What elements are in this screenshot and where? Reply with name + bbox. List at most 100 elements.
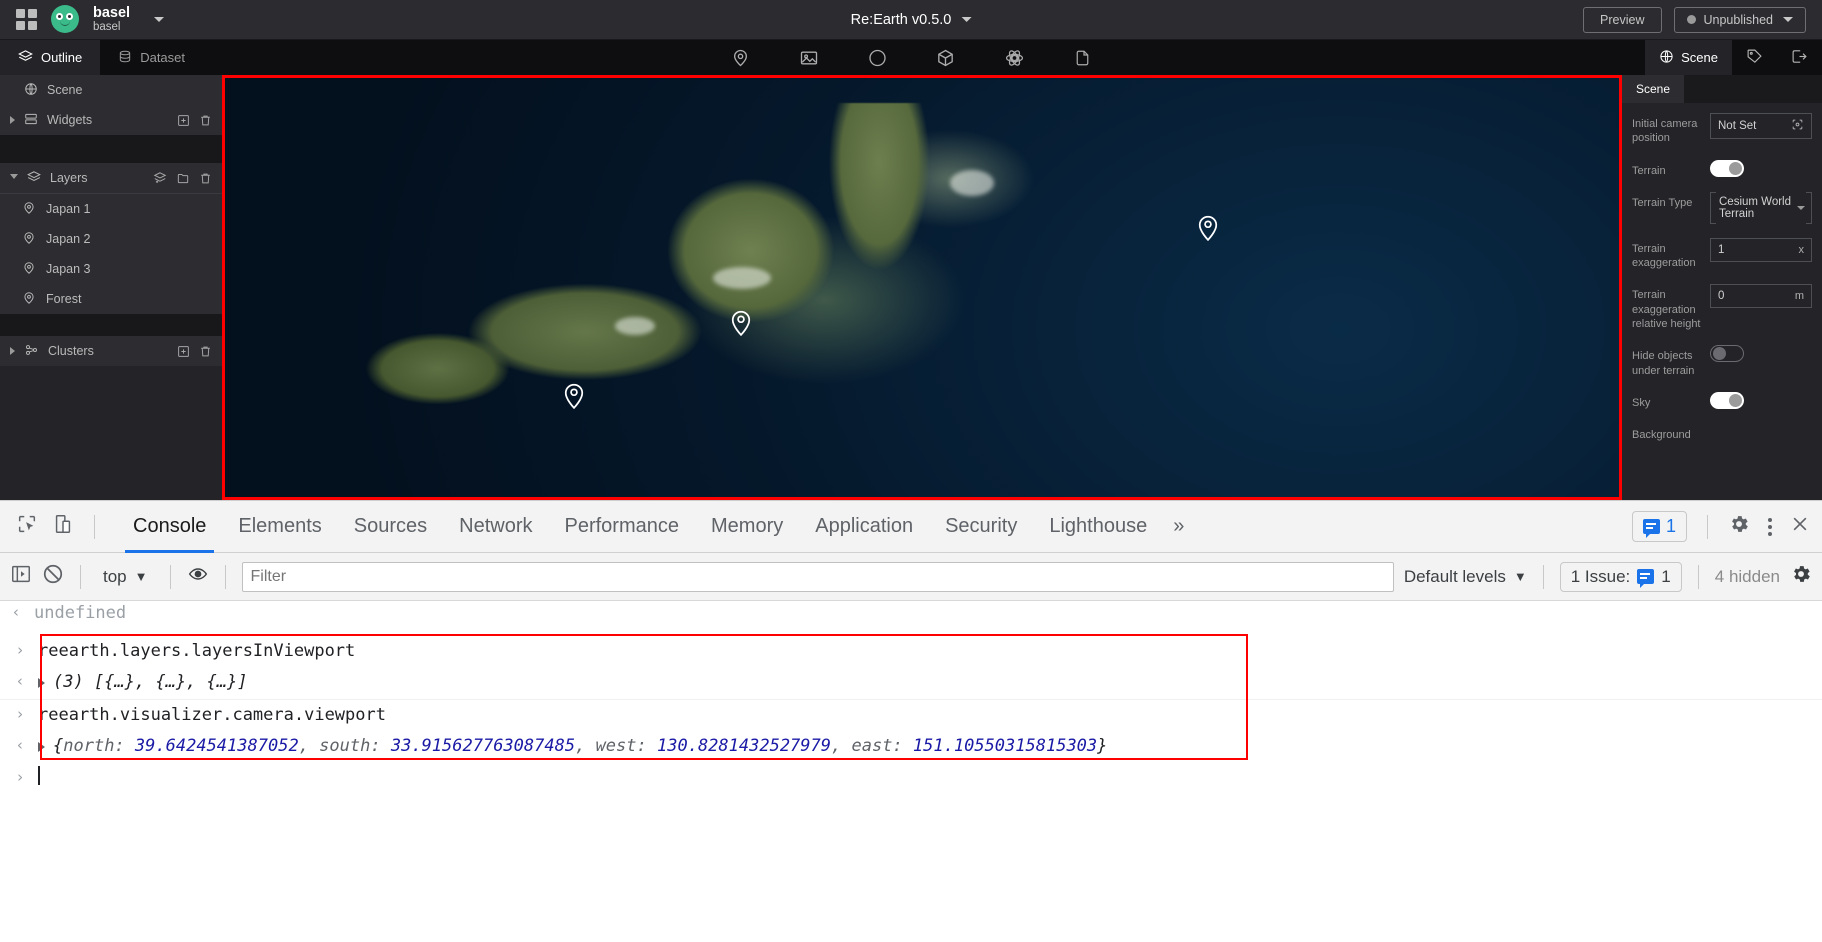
tab-memory[interactable]: Memory [695,501,799,553]
gear-icon[interactable] [1728,513,1750,540]
tab-security[interactable]: Security [929,501,1033,553]
landmass-honshu [308,103,1229,472]
console-issues-badge[interactable]: 1 Issue: 1 [1559,561,1682,592]
console-output[interactable]: ‹ undefined › reearth.layers.layersInVie… [0,601,1822,942]
tab-outline[interactable]: Outline [0,40,101,75]
marker-pin-icon [22,201,36,218]
tab-performance[interactable]: Performance [549,501,696,553]
map-marker-japan-3[interactable] [563,381,585,410]
console-text: reearth.visualizer.camera.viewport [38,704,386,725]
console-line-input-2[interactable]: › reearth.visualizer.camera.viewport [0,700,1822,732]
outline-item-layers[interactable]: Layers [0,163,222,193]
delete-cluster-button[interactable] [199,345,212,358]
outline-item-clusters[interactable]: Clusters [0,336,222,366]
console-settings-gear-icon[interactable] [1790,563,1812,590]
project-chevron-down-icon[interactable] [961,17,972,22]
field-terrain-exaggeration-relative-height: Terrain exaggeration relative height 0 m [1632,284,1812,331]
marker-pin-icon[interactable] [731,48,751,68]
publish-chevron-down-icon[interactable] [1783,17,1793,22]
list-item[interactable]: Japan 3 [0,254,222,284]
add-folder-icon[interactable] [176,171,190,185]
terrain-exaggeration-input[interactable]: 1 x [1710,237,1812,262]
tab-network[interactable]: Network [443,501,548,553]
list-item[interactable]: Japan 2 [0,224,222,254]
scene-widgets-section: Scene Widgets [0,75,222,135]
tab-application[interactable]: Application [799,501,929,553]
file-icon[interactable] [1074,48,1092,68]
execution-context-select[interactable]: top ▼ [97,567,154,587]
photo-overlay-icon[interactable] [799,48,820,68]
list-item[interactable]: Japan 1 [0,194,222,224]
text-cursor [38,765,40,785]
apps-grid-icon[interactable] [16,8,37,30]
snow-patch [949,170,994,197]
collapse-arrow-icon[interactable] [10,173,18,183]
hide-objects-under-terrain-toggle[interactable] [1710,345,1744,363]
tab-elements[interactable]: Elements [222,501,337,553]
scene-panel-tabbar: Scene [1622,75,1822,103]
console-prompt[interactable]: › [0,763,1822,792]
expand-triangle-icon[interactable] [38,741,45,752]
devtools-menu-icon[interactable] [1764,517,1776,536]
workspace-chevron-down-icon[interactable] [154,16,165,22]
list-item[interactable]: Forest [0,284,222,314]
outline-item-widgets[interactable]: Widgets [0,105,222,135]
outline-item-clusters-label: Clusters [48,344,94,358]
field-sky: Sky [1632,391,1812,410]
outline-item-scene[interactable]: Scene [0,75,222,105]
map-viewport[interactable] [222,75,1622,500]
log-levels-select[interactable]: Default levels ▼ [1404,567,1527,587]
console-line-input-1[interactable]: › reearth.layers.layersInViewport [0,636,1822,668]
initial-camera-position-input[interactable]: Not Set [1710,113,1812,139]
tag-icon [1746,48,1763,68]
tab-lighthouse[interactable]: Lighthouse [1033,501,1163,553]
add-layer-icon[interactable] [153,171,167,185]
console-result: (3) [{…}, {…}, {…}] [38,670,247,696]
issues-icon [1642,519,1660,538]
map-marker-japan-2[interactable] [730,308,752,336]
delete-layer-button[interactable] [199,172,212,185]
inspect-element-icon[interactable] [16,513,38,540]
widgets-icon [24,112,38,129]
model-icon[interactable] [1004,48,1026,68]
more-tabs-icon[interactable]: » [1163,501,1194,553]
preview-button[interactable]: Preview [1583,6,1662,33]
sphere-icon[interactable] [868,48,888,68]
terrain-toggle[interactable] [1710,159,1744,177]
console-sidebar-icon[interactable] [10,563,32,590]
device-toolbar-icon[interactable] [52,513,74,540]
map-canvas[interactable] [225,78,1619,497]
tab-console[interactable]: Console [117,501,222,553]
live-expression-eye-icon[interactable] [187,564,209,589]
add-cluster-button[interactable] [177,345,190,358]
expand-arrow-icon[interactable] [10,116,15,124]
terrain-type-select[interactable]: Cesium World Terrain [1710,191,1812,224]
tab-scene[interactable]: Scene [1645,40,1732,75]
tab-publish[interactable] [1777,40,1822,75]
add-widget-button[interactable] [177,114,190,127]
terrain-exaggeration-relative-height-input[interactable]: 0 m [1710,284,1812,309]
expand-arrow-icon[interactable] [10,347,15,355]
close-icon[interactable] [1790,514,1810,539]
cluster-icon [24,343,39,360]
scene-panel-tab[interactable]: Scene [1622,75,1685,103]
clear-console-icon[interactable] [42,563,64,590]
outline-spacer [0,135,222,163]
tab-sources[interactable]: Sources [338,501,443,553]
publish-status-button[interactable]: Unpublished [1673,6,1806,33]
tab-tags[interactable] [1732,40,1777,75]
issues-badge[interactable]: 1 [1631,511,1687,542]
delete-widget-button[interactable] [199,114,212,127]
tab-dataset[interactable]: Dataset [100,40,203,75]
console-filter-input[interactable] [241,561,1394,592]
sky-toggle[interactable] [1710,391,1744,409]
box-icon[interactable] [936,48,956,68]
globe-icon [1659,49,1674,67]
map-marker-japan-1[interactable] [1197,213,1219,242]
chevron-down-icon[interactable] [1797,205,1805,210]
capture-position-icon[interactable] [1791,118,1804,134]
workspace-avatar[interactable] [51,5,79,34]
expand-triangle-icon[interactable] [38,677,45,688]
header-right-group: Preview Unpublished [1583,6,1822,33]
scene-panel-fields: Initial camera position Not Set Terrain … [1622,103,1822,500]
